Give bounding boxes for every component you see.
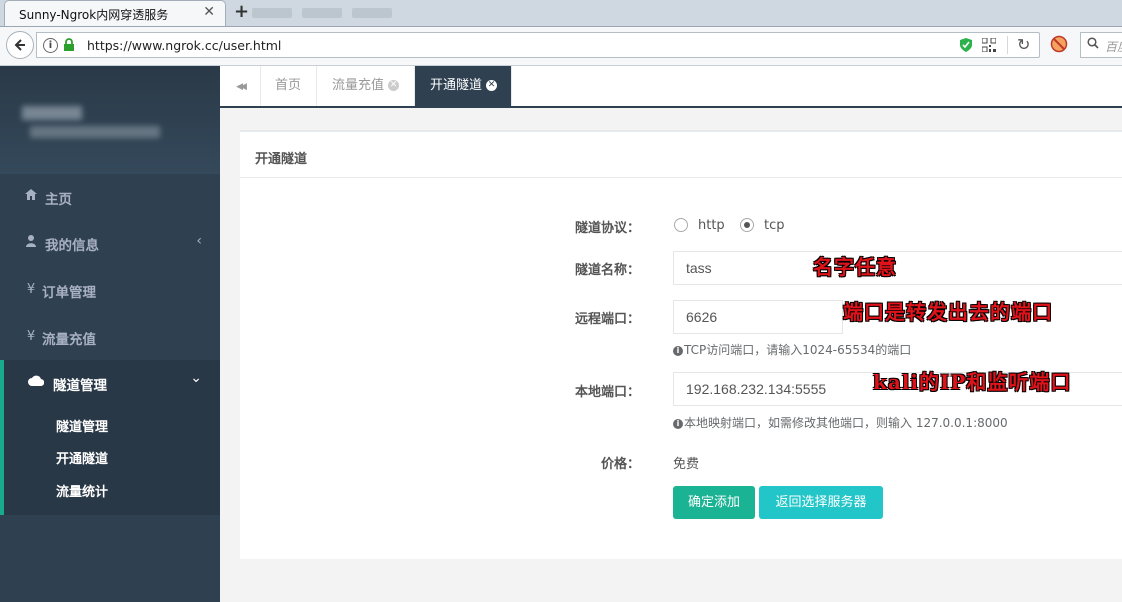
close-tab-icon[interactable]: ✕ [486,80,498,91]
profile-header [0,66,220,174]
user-icon [24,235,38,251]
remote-port-help: i TCP访问端口，请输入1024-65534的端口 [673,341,911,358]
url-bar[interactable]: i https://www.ngrok.cc/user.html ↻ [36,32,1040,58]
sidebar-item-label: 主页 [45,192,72,208]
cloud-icon [28,375,45,390]
annotation-remote-note: 端口是转发出去的端口 [843,300,1053,324]
blurred-username [22,106,82,120]
adblock-icon[interactable] [1050,35,1068,57]
remote-port-label: 远程端口： [574,312,640,327]
info-icon: i [673,418,683,429]
chevron-left-icon: ‹ [196,233,202,249]
open-tunnel-panel: 开通隧道 隧道协议： http tcp 隧道名称： tass 远程端口： 662… [240,130,1122,559]
browser-tab-title: Sunny-Ngrok内网穿透服务 [19,8,169,22]
annotation-local-note: kali的IP和监听端口 [873,370,1072,394]
price-label: 价格： [600,457,640,472]
radio-http-label[interactable]: http [698,218,725,233]
blurred-tab [302,8,342,18]
remote-port-input[interactable]: 6626 [673,300,843,334]
new-tab-button[interactable]: + [234,1,249,22]
search-bar[interactable]: 百度 [1080,32,1122,58]
tunnel-name-label: 隧道名称： [574,263,640,278]
search-icon [1087,37,1099,52]
radio-tcp-label[interactable]: tcp [764,218,785,233]
close-tab-icon[interactable]: ✕ [388,80,400,91]
shield-icon[interactable] [959,37,973,57]
local-port-help: i 本地映射端口，如需修改其他端口，则输入 127.0.0.1:8000 [673,414,1008,431]
info-icon: i [673,345,683,356]
back-button[interactable] [6,31,34,59]
local-port-help-text: 本地映射端口，如需修改其他端口，则输入 127.0.0.1:8000 [684,416,1008,430]
tab-label: 流量充值 [332,78,385,93]
tab-label: 开通隧道 [430,78,483,93]
search-placeholder: 百度 [1105,40,1122,54]
tab-label: 首页 [275,78,302,93]
radio-http[interactable] [674,218,688,232]
browser-tab[interactable]: Sunny-Ngrok内网穿透服务 ✕ [4,0,226,26]
sidebar-item-label: 我的信息 [45,238,99,254]
remote-port-help-text: TCP访问端口，请输入1024-65534的端口 [684,343,912,357]
blurred-tab [252,8,292,18]
blurred-background-tabs [232,0,412,26]
qr-code-icon[interactable] [981,37,997,56]
url-separator [1007,36,1008,54]
panel-title: 开通隧道 [255,152,308,167]
info-icon[interactable]: i [43,38,58,53]
radio-tcp[interactable] [740,218,754,232]
content-tab-bar: ◀◀ 首页 流量充值 ✕ 开通隧道 ✕ [220,66,1122,108]
submit-button[interactable]: 确定添加 [673,486,755,519]
sidebar-item-label: 隧道管理 [53,378,107,394]
tab-scroll-left-button[interactable]: ◀◀ [220,66,261,106]
price-value: 免费 [673,457,700,472]
local-port-label: 本地端口： [574,385,640,400]
sidebar-subitem-open-tunnel[interactable]: 开通隧道 [56,448,108,467]
tab-open-tunnel[interactable]: 开通隧道 ✕ [415,66,512,106]
annotation-name-note: 名字任意 [813,255,897,279]
sidebar-item-label: 流量充值 [42,332,96,348]
sidebar-item-orders[interactable]: ¥ 订单管理 [0,267,220,313]
yen-icon: ¥ [26,282,36,297]
sidebar-item-label: 订单管理 [42,285,96,301]
sidebar-subitem-traffic-stats[interactable]: 流量统计 [56,481,108,500]
sidebar-subitem-tunnel-management[interactable]: 隧道管理 [56,416,108,435]
tab-recharge[interactable]: 流量充值 ✕ [317,66,415,106]
sidebar-item-home[interactable]: 主页 [0,174,220,220]
lock-icon [63,38,75,56]
protocol-label: 隧道协议： [574,221,640,236]
sidebar: 主页 我的信息 ‹ ¥ 订单管理 ¥ 流量充值 隧道管理 ⌄ 隧道管理 开通隧道… [0,66,220,602]
browser-tab-strip: Sunny-Ngrok内网穿透服务 ✕ + [0,0,1122,27]
close-tab-icon[interactable]: ✕ [203,4,215,20]
tab-home[interactable]: 首页 [260,66,317,106]
back-to-server-button[interactable]: 返回选择服务器 [759,486,883,519]
browser-nav-bar: i https://www.ngrok.cc/user.html ↻ 百度 [0,27,1122,66]
sidebar-item-my-info[interactable]: 我的信息 ‹ [0,220,220,266]
yen-icon: ¥ [26,329,36,344]
sidebar-item-tunnel-management[interactable]: 隧道管理 ⌄ 隧道管理 开通隧道 流量统计 [0,360,220,515]
arrow-left-icon [14,39,25,51]
chevron-down-icon: ⌄ [190,370,202,386]
sidebar-item-recharge[interactable]: ¥ 流量充值 [0,314,220,360]
panel-header: 开通隧道 [240,132,1122,178]
blurred-user-info [30,126,160,138]
reload-icon[interactable]: ↻ [1017,35,1030,54]
tunnel-name-input[interactable]: tass [673,251,1122,285]
blurred-tab [352,8,392,18]
home-icon [24,189,38,204]
double-chevron-left-icon: ◀◀ [236,82,247,92]
url-text[interactable]: https://www.ngrok.cc/user.html [87,38,281,53]
